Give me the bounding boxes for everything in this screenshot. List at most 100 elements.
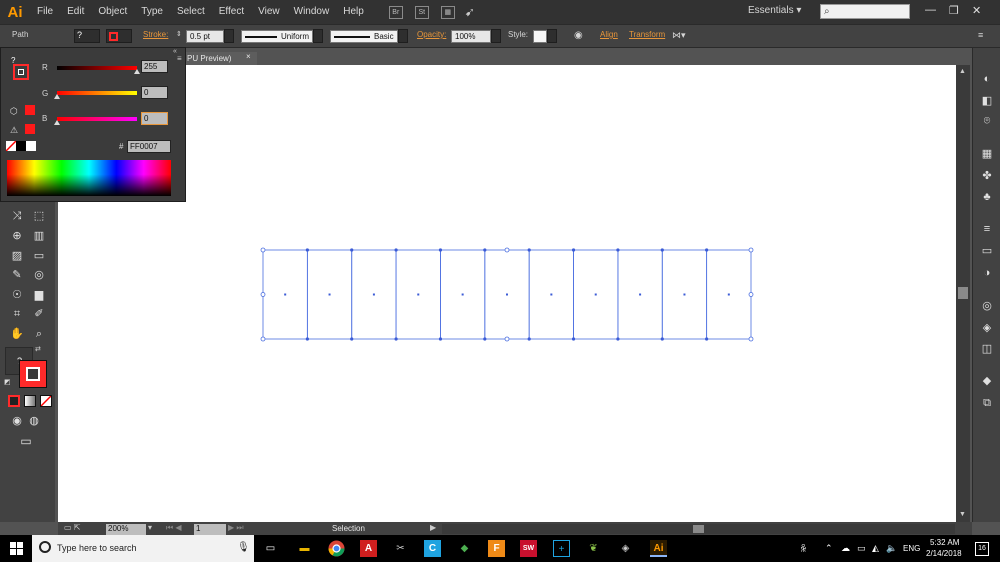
swap-fill-stroke-icon[interactable]: ⇄ <box>35 345 41 353</box>
b-slider[interactable] <box>57 117 137 121</box>
b-value-field[interactable]: 0 <box>141 112 168 125</box>
microphone-icon[interactable]: 🎙 <box>237 542 250 553</box>
column-graph-tool-icon[interactable]: ▥ <box>31 229 47 243</box>
bounding-box-handle[interactable] <box>748 292 754 297</box>
snipping-tool-icon[interactable]: ✂ <box>392 540 409 557</box>
default-fill-stroke-icon[interactable]: ◩ <box>4 378 11 386</box>
transform-panel-link[interactable]: Transform <box>629 30 665 39</box>
illustrator-taskbar-icon[interactable]: Ai <box>650 540 667 557</box>
style-dropdown[interactable] <box>547 29 557 43</box>
opacity-field[interactable]: 100% <box>451 30 491 43</box>
taskbar-search-input[interactable]: Type here to search 🎙 <box>32 535 254 562</box>
anchor-point[interactable] <box>616 248 620 252</box>
vertical-scroll-thumb[interactable] <box>958 287 968 299</box>
task-view-icon[interactable]: ▭ <box>262 540 279 557</box>
web-safe-color-swatch[interactable] <box>25 105 35 115</box>
anchor-point[interactable] <box>483 248 487 252</box>
out-of-gamut-warning-icon[interactable]: ⚠ <box>10 125 18 136</box>
cc-libraries-icon[interactable]: ⌾ <box>980 114 994 128</box>
anchor-point[interactable] <box>705 337 709 341</box>
artboard[interactable] <box>58 65 956 522</box>
first-artboard-icon[interactable]: ⏮ ◀ <box>166 523 182 533</box>
vertical-scrollbar[interactable]: ▲ ▼ <box>956 65 970 522</box>
zoom-tool-icon[interactable]: ⌕ <box>31 327 47 341</box>
artboard-tool-icon[interactable]: ⌗ <box>9 307 25 321</box>
language-indicator[interactable]: ENG <box>903 544 920 553</box>
symbol-sprayer-tool-icon[interactable]: ☉ <box>9 288 25 302</box>
symbols-icon[interactable]: ♣ <box>980 190 994 204</box>
network-icon[interactable]: ◭ <box>872 543 879 554</box>
windows-start-icon[interactable] <box>10 542 23 555</box>
layers-panel-icon[interactable]: ◆ <box>980 374 994 388</box>
slice-tool-icon[interactable]: ✐ <box>31 307 47 321</box>
gpu-rocket-icon[interactable]: ➹ <box>465 5 475 19</box>
file-explorer-icon[interactable]: ▬ <box>296 540 313 557</box>
stroke-swatch-dropdown[interactable] <box>106 29 132 43</box>
anchor-point[interactable] <box>305 337 309 341</box>
fill-swatch-dropdown[interactable]: ? <box>74 29 100 43</box>
white-swatch[interactable] <box>26 141 36 151</box>
gamut-color-swatch[interactable] <box>25 124 35 134</box>
anchor-point[interactable] <box>660 337 664 341</box>
workspace-switcher[interactable]: Essentials ▾ <box>748 5 801 16</box>
bounding-box-handle[interactable] <box>504 336 510 342</box>
brush-dropdown[interactable] <box>398 29 408 43</box>
anchor-point[interactable] <box>571 337 576 341</box>
arrange-documents-icon[interactable]: ▦ <box>440 5 455 19</box>
brushes-icon[interactable]: ✤ <box>980 169 994 183</box>
menu-edit[interactable]: Edit <box>60 0 91 24</box>
clock-time[interactable]: 5:32 AM <box>930 538 959 547</box>
g-value-field[interactable]: 0 <box>141 86 168 99</box>
app-f-icon[interactable]: F <box>488 540 505 557</box>
stroke-indicator[interactable] <box>19 360 47 388</box>
appearance-panel-icon[interactable]: ◎ <box>980 299 994 313</box>
panel-menu-icon[interactable]: ≡ <box>177 54 182 63</box>
scroll-down-icon[interactable]: ▼ <box>959 511 966 518</box>
bounding-box-handle[interactable] <box>260 336 266 342</box>
artboard-nav-icon[interactable]: ▭ ⇱ <box>64 523 80 532</box>
color-mode-button[interactable] <box>8 395 20 407</box>
out-of-web-gamut-icon[interactable]: ⬡ <box>10 106 18 117</box>
asset-export-icon[interactable]: ⧉ <box>980 396 994 410</box>
horizontal-scrollbar[interactable] <box>442 524 955 534</box>
bounding-box-handle[interactable] <box>260 247 266 253</box>
volume-icon[interactable]: 🔈 <box>886 543 897 554</box>
gradient-mode-button[interactable] <box>24 395 36 407</box>
horizontal-scroll-thumb[interactable] <box>693 525 704 533</box>
bounding-box-handle[interactable] <box>748 247 754 253</box>
artboards-panel-icon[interactable]: ◫ <box>980 342 994 356</box>
action-center-icon[interactable]: 16 <box>975 542 989 556</box>
transparency-panel-icon[interactable]: ◑ <box>980 266 994 280</box>
stroke-color-swatch[interactable] <box>13 64 29 80</box>
change-screen-mode-icon[interactable]: ▭ <box>18 434 34 448</box>
next-artboard-icon[interactable]: ▶ ⏭ <box>228 523 244 533</box>
artboard-number-field[interactable]: 1 <box>194 524 226 535</box>
scroll-up-icon[interactable]: ▲ <box>959 68 966 75</box>
shape-builder-tool-icon[interactable]: ⤨ <box>9 209 25 223</box>
opacity-dropdown[interactable] <box>491 29 501 43</box>
app-c-icon[interactable]: C <box>424 540 441 557</box>
mesh-tool-icon[interactable]: ▨ <box>9 249 25 263</box>
variable-width-profile[interactable]: Uniform <box>241 30 313 43</box>
r-slider[interactable] <box>57 66 137 70</box>
recolor-artwork-icon[interactable]: ◉ <box>574 30 583 41</box>
black-swatch[interactable] <box>16 141 26 151</box>
hand-tool-icon[interactable]: ✋ <box>9 327 25 341</box>
menu-select[interactable]: Select <box>170 0 212 24</box>
anchor-point[interactable] <box>527 337 531 341</box>
draw-behind-icon[interactable]: ◍ <box>26 414 42 428</box>
restore-icon[interactable]: ❐ <box>949 4 959 17</box>
app-plus-icon[interactable]: + <box>553 540 570 557</box>
anchor-point[interactable] <box>616 337 620 341</box>
menu-view[interactable]: View <box>251 0 287 24</box>
anchor-point[interactable] <box>438 248 443 252</box>
zoom-field[interactable]: 200% <box>106 524 146 535</box>
tray-expand-icon[interactable]: ⌃ <box>825 543 833 554</box>
cloud-icon[interactable]: ☁ <box>841 543 850 554</box>
acrobat-icon[interactable]: A <box>360 540 377 557</box>
bridge-icon[interactable]: Br <box>388 5 403 19</box>
swatches-icon[interactable]: ▦ <box>980 147 994 161</box>
bar-graph-tool-icon[interactable]: ▆ <box>31 288 47 302</box>
color-guide-icon[interactable]: ◐ <box>980 72 994 86</box>
stroke-weight-field[interactable]: 0.5 pt <box>186 30 224 43</box>
